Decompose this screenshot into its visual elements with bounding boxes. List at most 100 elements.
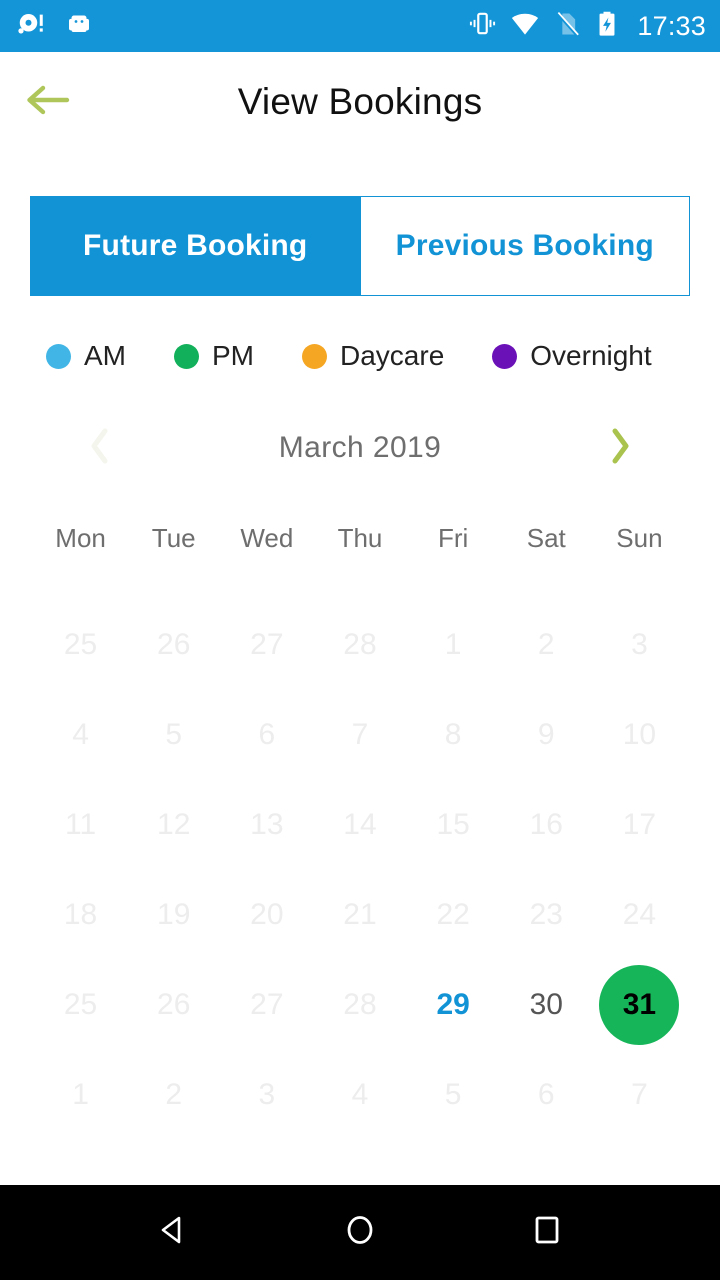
calendar-weekday-header: Mon Tue Wed Thu Fri Sat Sun <box>34 510 686 566</box>
calendar-day[interactable]: 22 <box>407 870 500 960</box>
calendar-day[interactable]: 23 <box>500 870 593 960</box>
calendar-day[interactable]: 26 <box>127 600 220 690</box>
calendar-day-booked-pm[interactable]: 31 <box>593 960 686 1050</box>
calendar-day[interactable]: 21 <box>313 870 406 960</box>
recents-square-icon <box>529 1212 565 1253</box>
calendar-day[interactable]: 16 <box>500 780 593 870</box>
calendar-day[interactable]: 12 <box>127 780 220 870</box>
calendar-day[interactable]: 8 <box>407 690 500 780</box>
weekday-wed: Wed <box>240 522 294 553</box>
weekday-sun: Sun <box>616 522 663 553</box>
calendar-day[interactable]: 28 <box>313 600 406 690</box>
calendar-day-label: 4 <box>72 718 89 751</box>
legend-dot-daycare-icon <box>302 343 327 369</box>
legend-item-am: AM <box>46 340 126 372</box>
legend-label-pm: PM <box>212 340 254 371</box>
calendar-day[interactable]: 6 <box>220 690 313 780</box>
calendar-day-label: 29 <box>436 988 470 1021</box>
legend-item-pm: PM <box>174 340 254 372</box>
calendar-day[interactable]: 28 <box>313 960 406 1050</box>
calendar-day[interactable]: 3 <box>220 1050 313 1140</box>
calendar-week: 25 26 27 28 1 2 3 <box>34 600 686 690</box>
calendar-day[interactable]: 6 <box>500 1050 593 1140</box>
calendar-day[interactable]: 25 <box>34 960 127 1050</box>
calendar-day-label: 7 <box>351 718 369 751</box>
legend-item-overnight: Overnight <box>492 340 652 372</box>
nav-home-button[interactable] <box>324 1197 396 1269</box>
tab-future-booking-label: Future Booking <box>83 229 308 262</box>
calendar-day-label: 24 <box>622 898 657 931</box>
calendar-day-label: 11 <box>64 808 97 841</box>
calendar-day-label: 8 <box>444 718 462 751</box>
calendar-day-label: 27 <box>250 628 284 661</box>
calendar-day-label: 4 <box>351 1078 369 1111</box>
calendar-day-today[interactable]: 29 <box>407 960 500 1050</box>
calendar-day-label: 25 <box>63 628 98 661</box>
notification-dot-alert-icon <box>16 9 46 44</box>
calendar-day[interactable]: 27 <box>220 960 313 1050</box>
status-bar-notifications <box>16 9 94 44</box>
calendar-day-label: 20 <box>250 898 284 931</box>
calendar-day-label: 7 <box>631 1078 648 1111</box>
calendar-day-label: 17 <box>622 808 657 841</box>
calendar-day[interactable]: 7 <box>593 1050 686 1140</box>
calendar-week: 11 12 13 14 15 16 17 <box>34 780 686 870</box>
back-button[interactable] <box>12 66 84 138</box>
calendar-day[interactable]: 20 <box>220 870 313 960</box>
weekday-fri: Fri <box>437 522 469 553</box>
nav-recents-button[interactable] <box>511 1197 583 1269</box>
nav-back-button[interactable] <box>137 1197 209 1269</box>
calendar-day[interactable]: 18 <box>34 870 127 960</box>
weekday-tue: Tue <box>151 522 196 553</box>
calendar-day-label: 15 <box>436 808 470 841</box>
tab-future-booking[interactable]: Future Booking <box>30 196 361 296</box>
legend-label-am: AM <box>84 340 126 371</box>
calendar-day[interactable]: 17 <box>593 780 686 870</box>
calendar-day[interactable]: 1 <box>407 600 500 690</box>
calendar-day[interactable]: 19 <box>127 870 220 960</box>
status-bar: 17:33 <box>0 0 720 52</box>
calendar-day-label: 22 <box>436 898 470 931</box>
current-month-label: March 2019 <box>278 431 442 464</box>
calendar-day[interactable]: 30 <box>500 960 593 1050</box>
calendar-day[interactable]: 27 <box>220 600 313 690</box>
calendar-day[interactable]: 11 <box>34 780 127 870</box>
calendar-day[interactable]: 24 <box>593 870 686 960</box>
calendar-day[interactable]: 10 <box>593 690 686 780</box>
calendar-day[interactable]: 13 <box>220 780 313 870</box>
calendar-day[interactable]: 15 <box>407 780 500 870</box>
calendar-day[interactable]: 4 <box>34 690 127 780</box>
page-title: View Bookings <box>237 81 483 122</box>
tab-previous-booking[interactable]: Previous Booking <box>360 196 690 296</box>
calendar-day-label: 26 <box>157 628 191 661</box>
calendar-day[interactable]: 14 <box>313 780 406 870</box>
weekday-mon: Mon <box>55 522 106 553</box>
calendar-week: 1 2 3 4 5 6 7 <box>34 1050 686 1140</box>
home-circle-icon <box>342 1212 378 1253</box>
calendar-day[interactable]: 9 <box>500 690 593 780</box>
weekday-sat: Sat <box>526 522 566 553</box>
calendar-day-label: 28 <box>343 628 377 661</box>
tab-previous-booking-label: Previous Booking <box>395 229 654 262</box>
calendar-week: 25 26 27 28 29 30 31 <box>34 960 686 1050</box>
calendar-day[interactable]: 25 <box>34 600 127 690</box>
status-bar-system-icons: 17:33 <box>468 9 706 44</box>
booking-type-legend: AM PM Daycare Overnight <box>0 340 720 372</box>
calendar-day-label: 3 <box>631 628 648 661</box>
legend-dot-overnight-icon <box>492 343 518 369</box>
calendar-day[interactable]: 5 <box>407 1050 500 1140</box>
calendar-day[interactable]: 3 <box>593 600 686 690</box>
previous-month-button[interactable] <box>78 426 122 470</box>
calendar-day[interactable]: 2 <box>500 600 593 690</box>
calendar-day[interactable]: 5 <box>127 690 220 780</box>
calendar-day-label: 21 <box>343 898 377 931</box>
calendar-day[interactable]: 4 <box>313 1050 406 1140</box>
calendar-day[interactable]: 7 <box>313 690 406 780</box>
calendar-day[interactable]: 1 <box>34 1050 127 1140</box>
month-navigation: March 2019 <box>0 420 720 476</box>
calendar-day[interactable]: 26 <box>127 960 220 1050</box>
next-month-button[interactable] <box>598 426 642 470</box>
calendar-day[interactable]: 2 <box>127 1050 220 1140</box>
no-sim-icon <box>553 10 581 43</box>
calendar-day-label: 16 <box>529 808 563 841</box>
